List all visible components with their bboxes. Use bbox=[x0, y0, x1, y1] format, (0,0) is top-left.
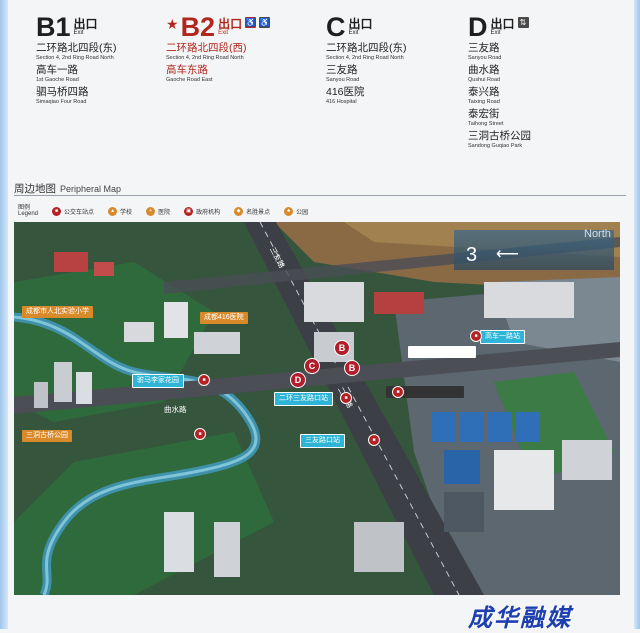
road-name-cn: 二环路北四段(东) bbox=[36, 42, 117, 54]
road-name-en: 416 Hospital bbox=[326, 99, 357, 105]
bus-stop-icon[interactable]: ■ bbox=[194, 428, 206, 440]
road-name-cn: 驷马桥四路 bbox=[36, 86, 89, 98]
road-name-cn: 三友路 bbox=[326, 64, 358, 76]
road-name-cn: 高车东路 bbox=[166, 64, 208, 76]
exit-d-panel: D 出口 Exit ⇅ 三友路 Sanyou Road 曲水路 Qushui R… bbox=[468, 12, 618, 150]
road-name-cn: 二环路北四段(西) bbox=[166, 42, 247, 54]
legend-title-en: Legend bbox=[18, 211, 39, 217]
bus-stop-icon[interactable]: ■ bbox=[198, 374, 210, 386]
scenic-spot-icon: ◆ bbox=[234, 206, 244, 216]
legend-label: 政府机构 bbox=[196, 209, 221, 216]
north-arrow-icon: ⟵ bbox=[496, 246, 519, 263]
road-name-cn: 二环路北四段(东) bbox=[326, 42, 407, 54]
bus-stop-label[interactable]: 二环三友路口站 bbox=[274, 392, 333, 406]
exit-label-en: Exit bbox=[490, 30, 501, 36]
exit-label-cn: 出口 bbox=[73, 17, 98, 31]
bus-stop-label[interactable]: 三友路口站 bbox=[300, 434, 345, 448]
bus-stop-icon[interactable]: ■ bbox=[368, 434, 380, 446]
exit-letter: D bbox=[468, 12, 488, 42]
exit-c-panel: C 出口 Exit 二环路北四段(东) Section 4, 2nd Ring … bbox=[326, 12, 476, 106]
road-name-en: 1st Gaoche Road bbox=[36, 77, 79, 83]
current-exit-star-icon: ★ bbox=[166, 16, 179, 32]
exit-label-cn: 出口 bbox=[348, 17, 373, 31]
legend-label: 公园 bbox=[296, 209, 309, 216]
road-name-cn: 高车一路 bbox=[36, 64, 78, 76]
park-tag[interactable]: 三洞古桥公园 bbox=[22, 430, 72, 442]
exit-label-en: Exit bbox=[73, 30, 84, 36]
road-name-en: Gaoche Road East bbox=[166, 77, 213, 83]
exit-b2-panel: ★ B2 出口 Exit ♿ ♿ 二环路北四段(西) Section 4, 2n… bbox=[166, 12, 316, 84]
peripheral-map-title: 周边地图 Peripheral Map bbox=[14, 181, 121, 196]
frame-right-border bbox=[634, 0, 640, 629]
exit-marker-d[interactable]: D bbox=[290, 372, 306, 388]
exit-label-cn: 出口 bbox=[490, 17, 515, 31]
blank-label bbox=[408, 346, 476, 358]
road-name-en: Qushui Road bbox=[468, 77, 501, 83]
hospital-tag[interactable]: 成都416医院 bbox=[200, 312, 248, 324]
road-name-en: Sandong Guqiao Park bbox=[468, 143, 523, 149]
road-name-cn: 416医院 bbox=[326, 86, 365, 98]
exit-letter: C bbox=[326, 12, 346, 42]
park-icon: ♣ bbox=[284, 206, 294, 216]
legend-item-park: ♣ 公园 bbox=[284, 206, 309, 216]
accessible-icon: ♿ bbox=[259, 17, 271, 28]
watermark-logo: 成华融媒 bbox=[468, 603, 572, 632]
road-name-cn: 三友路 bbox=[468, 42, 500, 54]
bus-stop-icon: ■ bbox=[52, 206, 62, 216]
legend-item-scenic: ◆ 名胜景点 bbox=[234, 206, 271, 216]
road-name-cn: 泰宏街 bbox=[468, 108, 500, 120]
hospital-icon: + bbox=[146, 206, 156, 216]
map-graphic bbox=[14, 222, 620, 595]
elevator-icon: ⇅ bbox=[517, 17, 529, 28]
exit-b1-panel: B1 出口 Exit 二环路北四段(东) Section 4, 2nd Ring… bbox=[36, 12, 186, 106]
exit-marker-b1[interactable]: B bbox=[334, 340, 350, 356]
road-name-en: Taixing Road bbox=[468, 99, 500, 105]
frame-left-border bbox=[0, 0, 8, 629]
school-tag[interactable]: 成都市人北实验小学 bbox=[22, 306, 93, 318]
road-name-cn: 三洞古桥公园 bbox=[468, 130, 531, 142]
bus-stop-label[interactable]: 驸马李家花园 bbox=[132, 374, 184, 388]
bus-stop-icon[interactable]: ■ bbox=[470, 330, 482, 342]
toilet-icon: ♿ bbox=[245, 17, 257, 28]
bus-stop-label[interactable]: 高车一路站 bbox=[480, 330, 525, 344]
exit-label-en: Exit bbox=[218, 30, 229, 36]
road-name-en: Section 4, 2nd Ring Road North bbox=[326, 55, 404, 61]
exit-label-cn: 出口 bbox=[218, 17, 243, 31]
legend-item-bus-stop: ■ 公交车站点 bbox=[52, 206, 95, 216]
road-name-en: Section 4, 2nd Ring Road North bbox=[166, 55, 244, 61]
section-divider bbox=[14, 195, 626, 196]
exit-letter: B1 bbox=[36, 12, 71, 42]
road-name-en: Section 4, 2nd Ring Road North bbox=[36, 55, 114, 61]
legend-label: 学校 bbox=[120, 209, 133, 216]
road-label-qushui: 曲水路 bbox=[164, 405, 187, 414]
legend-label: 名胜景点 bbox=[246, 209, 271, 216]
road-name-en: Sanyou Road bbox=[326, 77, 360, 83]
legend-label: 医院 bbox=[158, 209, 171, 216]
legend-item-hospital: + 医院 bbox=[146, 206, 171, 216]
compass-north-label: North bbox=[584, 228, 611, 240]
legend-title: 图例 Legend bbox=[18, 205, 38, 217]
school-icon: ▲ bbox=[108, 206, 118, 216]
bus-stop-icon[interactable]: ■ bbox=[340, 392, 352, 404]
peripheral-map-title-cn: 周边地图 bbox=[14, 183, 56, 195]
road-name-cn: 泰兴路 bbox=[468, 86, 500, 98]
legend-item-school: ▲ 学校 bbox=[108, 206, 133, 216]
exit-label-en: Exit bbox=[348, 30, 359, 36]
road-name-en: Simaqiao Four Road bbox=[36, 99, 87, 105]
government-icon: ▣ bbox=[184, 206, 194, 216]
road-name-en: Taihong Street bbox=[468, 121, 504, 127]
road-name-en: Sanyou Road bbox=[468, 55, 502, 61]
ring-road-number: 3 bbox=[466, 244, 478, 266]
road-name-cn: 曲水路 bbox=[468, 64, 500, 76]
exit-marker-c[interactable]: C bbox=[304, 358, 320, 374]
legend-item-government: ▣ 政府机构 bbox=[184, 206, 221, 216]
exit-marker-b2[interactable]: B bbox=[344, 360, 360, 376]
legend-label: 公交车站点 bbox=[64, 209, 95, 216]
map-legend: 图例 Legend ■ 公交车站点 ▲ 学校 + 医院 ▣ 政府机构 ◆ 名胜景… bbox=[18, 204, 618, 218]
bus-stop-icon[interactable]: ■ bbox=[392, 386, 404, 398]
peripheral-map-title-en: Peripheral Map bbox=[60, 184, 122, 194]
peripheral-map-3d[interactable]: 三友路 二环路 曲水路 North 3 ⟵ 成都市人北实验小学 成都416医院 … bbox=[14, 222, 620, 595]
exit-letter: B2 bbox=[180, 12, 216, 42]
